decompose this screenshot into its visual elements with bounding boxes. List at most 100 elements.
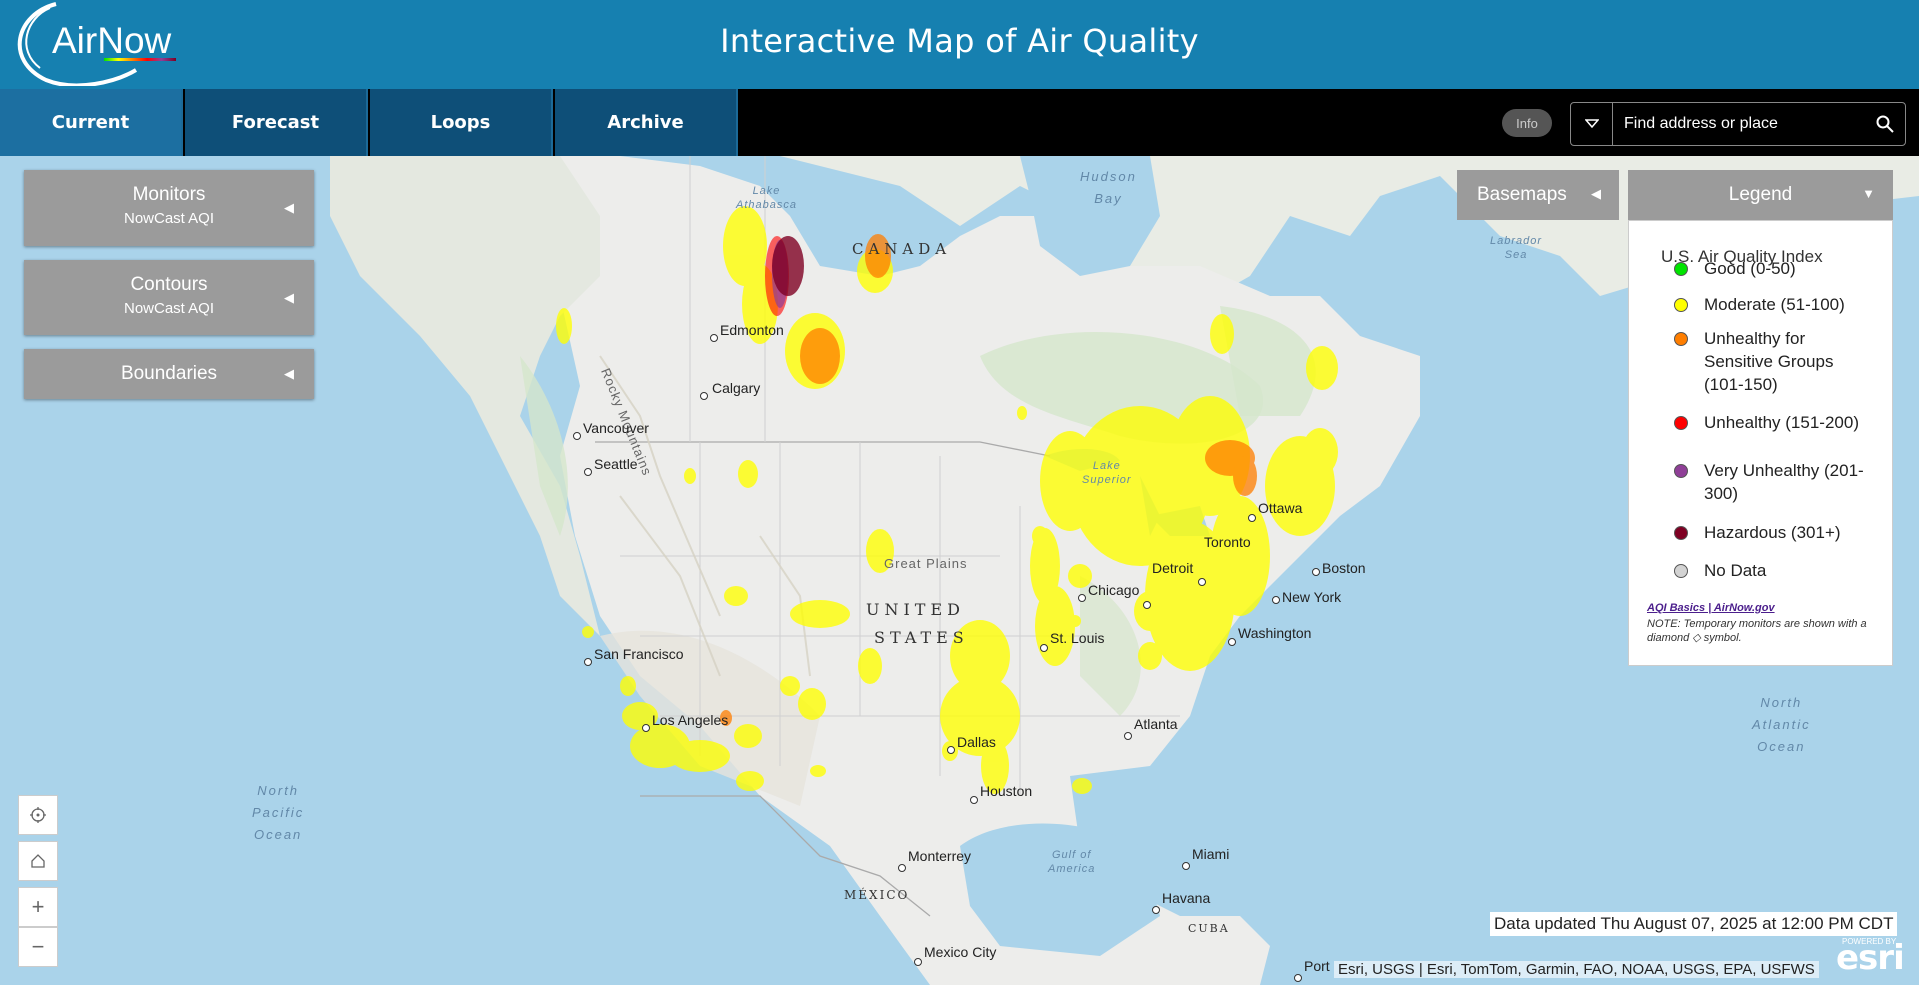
minus-icon: − [31, 934, 45, 959]
gulf-label: Gulf of America [1048, 848, 1095, 876]
city-dot [1143, 601, 1151, 609]
legend-color-swatch [1674, 332, 1688, 346]
city-dot [1272, 596, 1280, 604]
city-chicago: Chicago [1088, 582, 1140, 598]
zoom-in-button[interactable]: + [18, 887, 58, 927]
n-atlantic-line2: Atlantic [1752, 717, 1811, 732]
legend-color-swatch [1674, 526, 1688, 540]
legend-color-swatch [1674, 564, 1688, 578]
city-dot [898, 864, 906, 872]
tab-forecast[interactable]: Forecast [185, 89, 368, 156]
lake-superior-label: Lake Superior [1082, 459, 1132, 487]
city-dot [573, 432, 581, 440]
legend-color-swatch [1674, 262, 1688, 276]
city-dot [1228, 638, 1236, 646]
city-detroit: Detroit [1152, 560, 1194, 576]
zoom-out-button[interactable]: − [18, 927, 58, 967]
legend-color-swatch [1674, 464, 1688, 478]
monitors-panel-button[interactable]: Monitors NowCast AQI ◀ [24, 170, 314, 246]
mexico-label: MÉXICO [844, 888, 910, 902]
legend-item-label: Good (0-50) [1704, 259, 1796, 278]
city-miami: Miami [1192, 846, 1230, 862]
north-pacific-label: North Pacific Ocean [252, 780, 304, 846]
hudson-bay-line1: Hudson [1080, 169, 1137, 184]
city-washington: Washington [1238, 625, 1312, 641]
city-monterrey: Monterrey [908, 848, 972, 864]
search-source-dropdown[interactable] [1571, 103, 1613, 145]
legend-panel: U.S. Air Quality Index Good (0-50) Modera… [1628, 220, 1893, 666]
legend-item: No Data [1674, 559, 1874, 582]
city-dot [1124, 732, 1132, 740]
united-label: UNITED [866, 600, 965, 619]
chevron-left-icon: ◀ [1591, 186, 1601, 201]
city-new-york: New York [1282, 589, 1342, 605]
legend-color-swatch [1674, 298, 1688, 312]
basemaps-button[interactable]: Basemaps ◀ [1457, 170, 1619, 220]
locate-icon [30, 807, 46, 823]
city-houston: Houston [980, 783, 1033, 799]
city-dot [584, 658, 592, 666]
city-vancouver: Vancouver [583, 420, 649, 436]
legend-color-swatch [1674, 416, 1688, 430]
chevron-down-icon: ▼ [1862, 186, 1875, 201]
boundaries-title: Boundaries [120, 363, 218, 384]
legend-toggle[interactable]: Legend ▼ [1628, 170, 1893, 220]
tab-loops[interactable]: Loops [370, 89, 553, 156]
search-box[interactable]: Find address or place [1570, 102, 1906, 146]
hudson-bay-label: Hudson Bay [1080, 166, 1137, 210]
locate-button[interactable] [18, 795, 58, 835]
lake-athabasca-line2: Athabasca [736, 199, 797, 211]
labrador-sea-label: Labrador Sea [1490, 234, 1542, 262]
city-dot [1040, 644, 1048, 652]
home-icon [31, 854, 45, 868]
monitors-title: Monitors [132, 184, 206, 205]
monitors-subtitle: NowCast AQI [123, 210, 215, 227]
legend-item-label: Unhealthy for Sensitive Groups (101-150) [1704, 329, 1834, 394]
tab-current[interactable]: Current [0, 89, 183, 156]
search-icon[interactable] [1875, 114, 1895, 134]
city-dot [947, 746, 955, 754]
legend-header: Legend [1728, 184, 1793, 205]
contours-panel-button[interactable]: Contours NowCast AQI ◀ [24, 260, 314, 335]
city-boston: Boston [1322, 560, 1366, 576]
gulf-line1: Gulf of [1051, 849, 1092, 861]
labrador-line2: Sea [1504, 249, 1528, 261]
page-title: Interactive Map of Air Quality [720, 22, 1199, 60]
esri-logo[interactable]: esri [1836, 938, 1905, 978]
legend-item: Moderate (51-100) [1674, 293, 1874, 316]
lake-athabasca-label: Lake Athabasca [736, 184, 797, 212]
lake-superior-line1: Lake [1092, 460, 1121, 472]
contours-title: Contours [130, 274, 208, 295]
legend-item-label: No Data [1704, 561, 1767, 580]
home-button[interactable] [18, 841, 58, 881]
info-button[interactable]: Info [1502, 109, 1552, 137]
n-pacific-line1: North [257, 783, 300, 798]
legend-note: NOTE: Temporary monitors are shown with … [1647, 618, 1867, 644]
states-label: STATES [874, 628, 969, 647]
legend-item-label: Hazardous (301+) [1704, 523, 1841, 542]
city-calgary: Calgary [712, 380, 761, 396]
legend-item-label: Very Unhealthy (201-300) [1704, 461, 1864, 503]
north-atlantic-label: North Atlantic Ocean [1752, 692, 1811, 758]
chevron-left-icon: ◀ [284, 366, 294, 381]
city-mexico-city: Mexico City [924, 944, 997, 960]
city-dot [642, 724, 650, 732]
boundaries-panel-button[interactable]: Boundaries ◀ [24, 349, 314, 399]
city-havana: Havana [1162, 890, 1211, 906]
basemaps-title: Basemaps [1477, 184, 1567, 205]
tab-archive[interactable]: Archive [555, 89, 738, 156]
legend-item: Good (0-50) [1674, 257, 1874, 280]
aqi-basics-link[interactable]: AQI Basics | AirNow.gov [1647, 602, 1775, 614]
city-st-louis: St. Louis [1050, 630, 1105, 646]
city-edmonton: Edmonton [720, 322, 784, 338]
legend-item: Hazardous (301+) [1674, 521, 1874, 544]
city-port: Port [1304, 958, 1330, 974]
city-dot [1294, 974, 1302, 982]
city-ottawa: Ottawa [1258, 500, 1303, 516]
n-pacific-line2: Pacific [252, 805, 305, 820]
search-input[interactable]: Find address or place [1624, 115, 1778, 133]
n-atlantic-line1: North [1760, 695, 1803, 710]
n-atlantic-line3: Ocean [1757, 739, 1806, 754]
city-dallas: Dallas [957, 734, 996, 750]
city-dot [970, 796, 978, 804]
